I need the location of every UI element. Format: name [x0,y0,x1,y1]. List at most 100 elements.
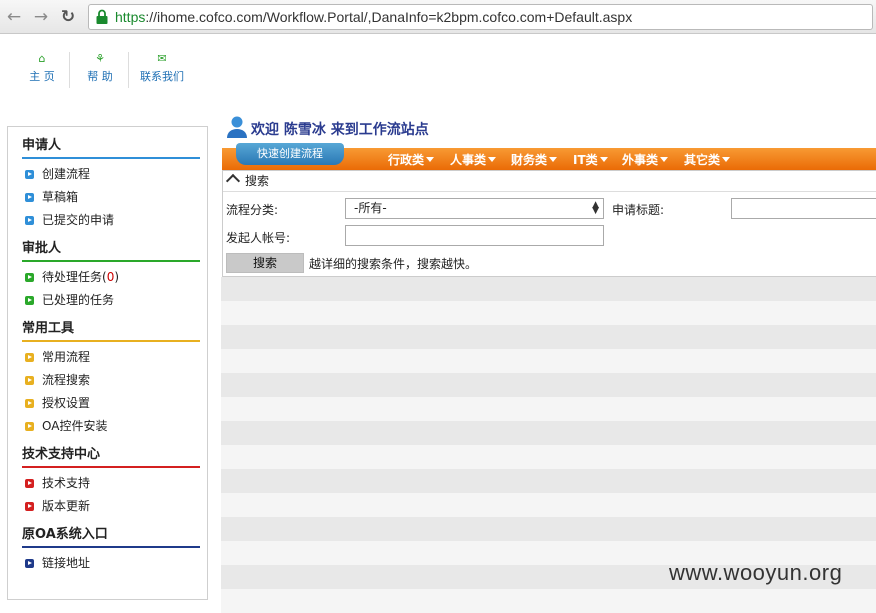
sidebar-section-approver: 审批人 待处理任务(0) 已处理的任务 [22,238,200,312]
section-title: 审批人 [22,241,62,256]
sidebar-item-delegation[interactable]: 授权设置 [22,392,200,415]
sidebar-item-link-address[interactable]: 链接地址 [22,552,200,575]
nav-home-label: 主 页 [29,70,55,83]
sidebar-item-label: 待处理任务( [42,270,107,284]
table-row [221,445,876,469]
dropdown-arrow-icon [549,157,558,162]
sidebar-section-tools: 常用工具 常用流程 流程搜索 授权设置 OA控件安装 [22,318,200,438]
sidebar-item-label: OA控件安装 [42,419,108,433]
sidebar-item-label: 草稿箱 [42,190,79,204]
table-row [221,301,876,325]
table-row [221,325,876,349]
dropdown-arrow-icon [660,157,669,162]
sidebar-item-label: 流程搜索 [42,373,91,387]
menu-finance-label: 财务类 [511,153,548,167]
sidebar-item-submitted[interactable]: 已提交的申请 [22,209,200,232]
nav-divider [128,52,129,88]
section-divider [22,466,200,468]
lock-icon [96,9,108,24]
sidebar-item-create-process[interactable]: 创建流程 [22,163,200,186]
menu-it[interactable]: IT类 [573,151,608,168]
section-title: 技术支持中心 [22,447,101,462]
nav-divider [69,52,70,88]
search-panel: 搜索 流程分类: -所有- ▲ ▼ 申请标题: 发起人帐号: 搜索 越详细的搜索条… [222,170,876,277]
welcome-header: 欢迎 陈雪冰 来到工作流站点 [222,114,876,144]
subject-input[interactable] [731,198,876,219]
home-icon: ⌂ [38,52,46,65]
sidebar-section-legacy-oa: 原OA系统入口 链接地址 [22,524,200,575]
sidebar-item-common-processes[interactable]: 常用流程 [22,346,200,369]
menu-admin[interactable]: 行政类 [388,151,435,168]
menu-hr[interactable]: 人事类 [450,151,497,168]
sidebar-item-processed-tasks[interactable]: 已处理的任务 [22,289,200,312]
sidebar-item-tech-support[interactable]: 技术支持 [22,472,200,495]
nav-home[interactable]: ⌂ 主 页 [22,52,62,88]
sidebar: 申请人 创建流程 草稿箱 已提交的申请 审批人 待处理任务(0) 已处理的任务 … [7,126,208,600]
sidebar-item-process-search[interactable]: 流程搜索 [22,369,200,392]
category-menu-bar: 快速创建流程 行政类 人事类 财务类 IT类 外事类 其它类 [222,143,876,170]
sidebar-section-support: 技术支持中心 技术支持 版本更新 [22,444,200,518]
nav-contact[interactable]: ✉ 联系我们 [136,52,188,88]
arrow-bullet-icon [25,353,34,362]
url-text: https://ihome.cofco.com/Workflow.Portal/… [115,9,633,25]
initiator-label: 发起人帐号: [226,231,291,245]
arrow-bullet-icon [25,273,34,282]
user-icon [227,116,247,138]
menu-other[interactable]: 其它类 [684,151,731,168]
arrow-bullet-icon [25,296,34,305]
sidebar-item-oa-control[interactable]: OA控件安装 [22,415,200,438]
search-header[interactable]: 搜索 [223,171,876,192]
table-row [221,349,876,373]
back-icon[interactable]: ← [5,7,23,27]
category-select[interactable]: -所有- ▲ ▼ [345,198,604,219]
table-row [221,277,876,301]
select-arrows-icon: ▲ ▼ [592,200,599,216]
pending-suffix: ) [114,270,120,284]
menu-foreign[interactable]: 外事类 [622,151,669,168]
section-title: 常用工具 [22,321,75,336]
search-button[interactable]: 搜索 [226,253,304,273]
arrow-bullet-icon [25,170,34,179]
sidebar-item-label: 授权设置 [42,396,91,410]
sidebar-item-label: 已提交的申请 [42,213,115,227]
arrow-bullet-icon [25,479,34,488]
nav-contact-label: 联系我们 [140,70,184,83]
forward-icon[interactable]: → [32,7,50,27]
menu-it-label: IT类 [573,153,598,167]
sidebar-item-label: 链接地址 [42,556,91,570]
collapse-chevron-icon[interactable] [225,173,241,189]
mail-icon: ✉ [157,52,167,65]
initiator-input[interactable] [345,225,604,246]
arrow-bullet-icon [25,193,34,202]
sidebar-section-applicant: 申请人 创建流程 草稿箱 已提交的申请 [22,135,200,232]
welcome-message: 欢迎 陈雪冰 来到工作流站点 [251,122,429,138]
address-bar[interactable]: https://ihome.cofco.com/Workflow.Portal/… [88,4,873,30]
section-divider [22,546,200,548]
section-divider [22,157,200,159]
category-label: 流程分类: [226,203,279,217]
quick-create-tab[interactable]: 快速创建流程 [236,143,344,165]
dropdown-arrow-icon [599,157,608,162]
reload-icon[interactable]: ↻ [59,7,77,27]
sidebar-item-drafts[interactable]: 草稿箱 [22,186,200,209]
nav-help[interactable]: ⚘ 帮 助 [80,52,120,88]
table-row [221,469,876,493]
nav-help-label: 帮 助 [87,70,113,83]
menu-foreign-label: 外事类 [622,153,659,167]
watermark: www.wooyun.org [669,560,843,585]
dropdown-arrow-icon [426,157,435,162]
sidebar-item-pending-tasks[interactable]: 待处理任务(0) [22,266,200,289]
sidebar-item-label: 创建流程 [42,167,91,181]
browser-toolbar: ← → ↻ https://ihome.cofco.com/Workflow.P… [0,0,876,34]
arrow-bullet-icon [25,559,34,568]
section-title: 申请人 [22,138,62,153]
table-row [221,373,876,397]
menu-finance[interactable]: 财务类 [511,151,558,168]
search-hint: 越详细的搜索条件，搜索越快。 [309,257,478,271]
table-row [221,397,876,421]
sidebar-item-label: 版本更新 [42,499,91,513]
menu-admin-label: 行政类 [388,153,425,167]
sidebar-item-version-update[interactable]: 版本更新 [22,495,200,518]
dropdown-arrow-icon [722,157,731,162]
arrow-bullet-icon [25,422,34,431]
